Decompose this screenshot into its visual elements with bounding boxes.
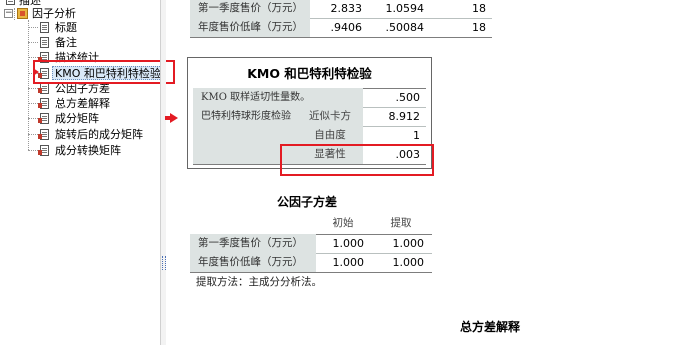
df-value: 1: [413, 129, 420, 142]
extraction-method-note: 提取方法：主成分分析法。: [196, 276, 322, 288]
table-doc-icon: [38, 145, 49, 156]
collapse-icon[interactable]: −: [4, 9, 13, 18]
row-label: 年度售价低峰（万元）: [190, 18, 310, 37]
extraction-value: 1.000: [392, 237, 425, 250]
approx-chi-square-value: 8.912: [388, 110, 421, 123]
total-variance-title: 总方差解释: [460, 320, 521, 334]
col-header-extraction: 提取: [390, 217, 412, 229]
notes-doc-icon: [40, 37, 49, 48]
table-doc-icon: [38, 83, 49, 94]
row-label: 第一季度售价（万元）: [190, 0, 310, 18]
initial-value: 1.000: [332, 256, 365, 269]
row-label: 第一季度售价（万元）: [190, 234, 316, 253]
tree-root-factor-analysis[interactable]: − 因子分析: [4, 7, 154, 20]
n-value: 18: [472, 2, 486, 15]
mean-value: .9406: [330, 21, 363, 34]
table-doc-icon: [38, 129, 49, 140]
output-outline-tree: 描述 − 因子分析 标题 备注 描述统计 KMO 和巴特利特检验 公因子方差 总…: [0, 0, 161, 345]
communalities-title: 公因子方差: [277, 195, 338, 209]
initial-value: 1.000: [332, 237, 365, 250]
sd-value: .50084: [385, 21, 425, 34]
table-doc-icon: [38, 113, 49, 124]
title-doc-icon: [40, 22, 49, 33]
kmo-table-title: KMO 和巴特利特检验: [247, 66, 372, 81]
tree-root-label: 因子分析: [32, 7, 76, 20]
n-value: 18: [472, 21, 486, 34]
kmo-measure-label: KMO 取样适切性量数。: [193, 88, 363, 107]
col-header-initial: 初始: [332, 217, 354, 229]
folder-icon: [17, 8, 28, 19]
extraction-value: 1.000: [392, 256, 425, 269]
active-table-arrow-icon: [170, 113, 178, 123]
document-icon: [6, 0, 15, 5]
table-doc-icon: [38, 98, 49, 109]
significance-callout: [280, 144, 434, 176]
row-label: 年度售价低峰（万元）: [190, 253, 316, 272]
df-label: 自由度: [297, 126, 363, 145]
pane-splitter[interactable]: [160, 0, 166, 345]
mean-value: 2.833: [330, 2, 363, 15]
approx-chi-square-label: 近似卡方: [297, 107, 363, 126]
splitter-grip-icon[interactable]: [162, 256, 166, 270]
selected-item-callout: [33, 60, 175, 84]
kmo-measure-value: .500: [395, 91, 421, 104]
sd-value: 1.0594: [385, 2, 425, 15]
